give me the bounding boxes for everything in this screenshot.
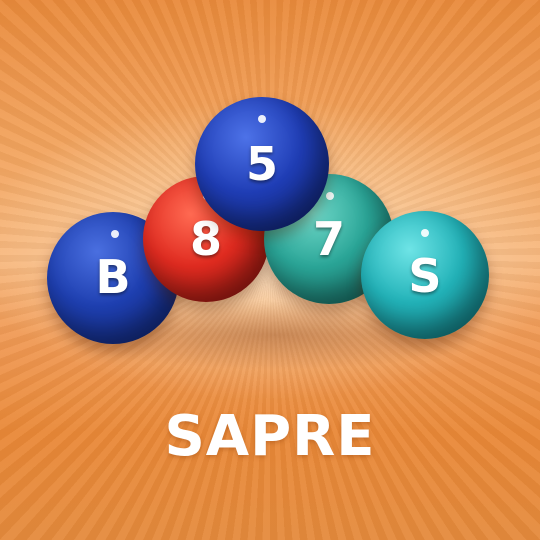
ball-s[interactable]: S [361,211,489,339]
game-scene: B 8 7 S 5 SAPRE [0,0,540,540]
ball-label: S [408,249,442,303]
ball-highlight [111,230,119,238]
ball-5[interactable]: 5 [195,97,329,231]
ball-highlight [421,229,429,237]
ball-label: 5 [245,137,278,191]
ball-highlight [258,115,266,123]
ball-highlight [326,192,334,200]
game-title: SAPRE [164,404,376,469]
